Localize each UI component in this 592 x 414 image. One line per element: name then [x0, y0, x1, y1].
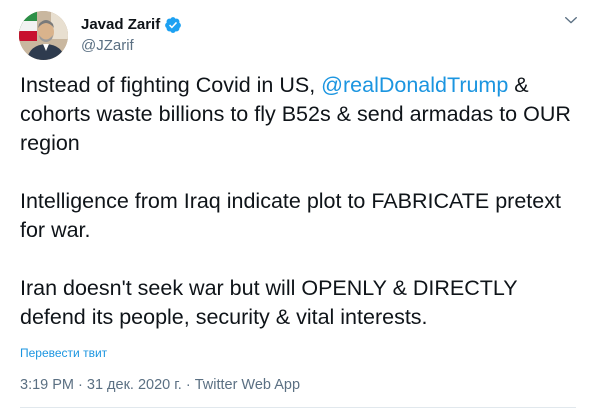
meta-separator: · — [181, 377, 195, 393]
divider — [20, 407, 576, 408]
tweet-paragraph-3: Iran doesn't seek war but will OPENLY & … — [20, 276, 518, 329]
tweet-time[interactable]: 3:19 PM — [20, 377, 74, 393]
meta-separator: · — [74, 377, 87, 393]
translate-tweet-link[interactable]: Перевести твит — [20, 346, 107, 360]
verified-badge-icon — [164, 16, 182, 34]
tweet-paragraph-2: Intelligence from Iraq indicate plot to … — [20, 189, 561, 242]
profile-photo-icon — [19, 11, 68, 60]
tweet-text-segment: Instead of fighting Covid in US, — [20, 73, 322, 97]
mention-link[interactable]: @realDonaldTrump — [321, 73, 508, 97]
display-name[interactable]: Javad Zarif — [81, 16, 160, 33]
name-row: Javad Zarif — [81, 15, 182, 34]
handle[interactable]: @JZarif — [81, 37, 182, 54]
avatar[interactable] — [19, 11, 68, 60]
tweet-date[interactable]: 31 дек. 2020 г. — [87, 377, 182, 393]
tweet-source[interactable]: Twitter Web App — [195, 377, 300, 393]
more-options-button[interactable] — [558, 10, 584, 30]
author-block: Javad Zarif @JZarif — [81, 15, 182, 54]
tweet-metadata: 3:19 PM · 31 дек. 2020 г. · Twitter Web … — [20, 377, 300, 393]
chevron-down-icon — [565, 16, 577, 24]
tweet-text: Instead of fighting Covid in US, @realDo… — [20, 71, 580, 332]
tweet-paragraph-1: Instead of fighting Covid in US, @realDo… — [20, 71, 580, 158]
tweet-card: Javad Zarif @JZarif Instead of fighting … — [0, 0, 592, 414]
